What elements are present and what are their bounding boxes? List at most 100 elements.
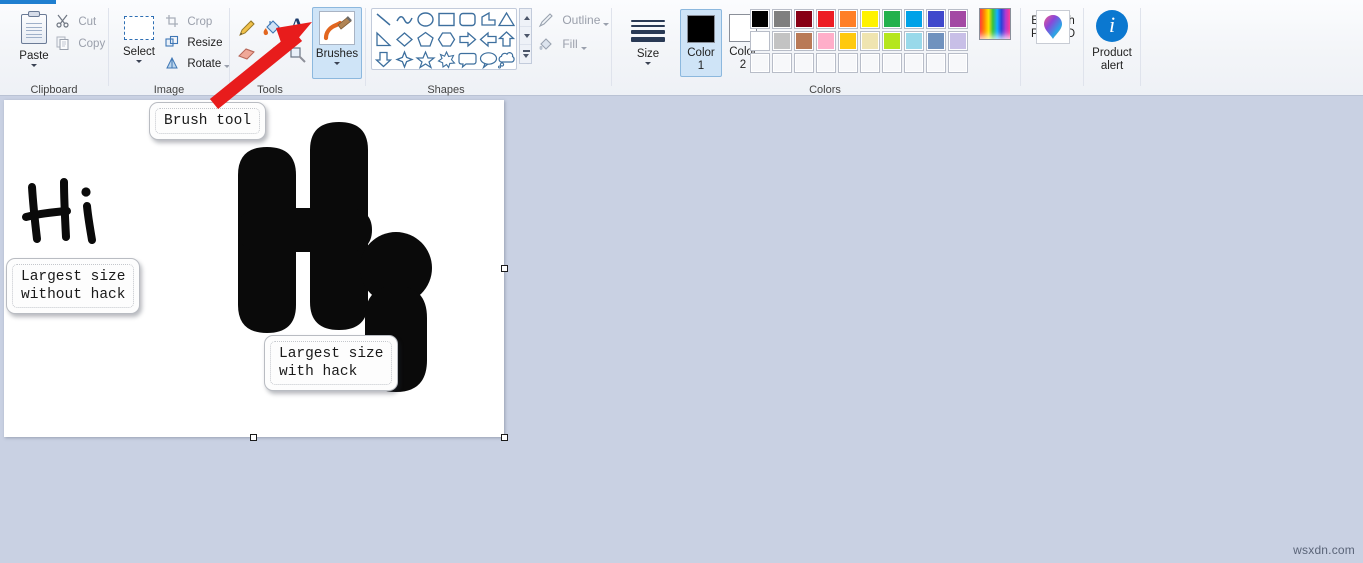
size-dropdown-caret[interactable] [645,61,651,65]
shape-triangle[interactable] [496,10,517,29]
shape-line[interactable] [373,10,394,29]
brushes-dropdown-caret[interactable] [334,62,340,65]
palette-swatch-r1-c8[interactable] [904,9,924,29]
rotate-button[interactable]: Rotate [165,56,237,73]
palette-swatch-r1-c5[interactable] [838,9,858,29]
paste-dropdown-caret[interactable] [31,64,37,67]
pencil-icon[interactable] [236,17,258,39]
outline-button[interactable]: Outline [538,12,616,31]
palette-swatch-r2-c3[interactable] [794,31,814,51]
palette-swatch-r2-c5[interactable] [838,31,858,51]
resize-icon [165,35,179,52]
color-picker-icon[interactable] [261,43,283,65]
resize-handle-bottom-right[interactable] [501,434,508,441]
shapes-gallery[interactable] [371,8,517,70]
palette-swatch-r3-c3[interactable] [794,53,814,73]
shape-curve[interactable] [394,10,415,29]
color1-button[interactable]: Color 1 [680,9,722,77]
shape-down-arrow[interactable] [373,50,394,69]
palette-swatch-r3-c7[interactable] [882,53,902,73]
palette-swatch-r3-c9[interactable] [926,53,946,73]
palette-swatch-r1-c9[interactable] [926,9,946,29]
palette-swatch-r1-c1[interactable] [750,9,770,29]
palette-swatch-r1-c4[interactable] [816,9,836,29]
shape-up-arrow[interactable] [496,30,517,49]
palette-swatch-fill [839,10,857,28]
color1-number: 1 [697,60,705,72]
resize-handle-bottom[interactable] [250,434,257,441]
product-alert-button[interactable]: i Product alert [1084,10,1140,72]
palette-swatch-r1-c7[interactable] [882,9,902,29]
palette-swatch-r1-c2[interactable] [772,9,792,29]
palette-swatch-r2-c1[interactable] [750,31,770,51]
palette-swatch-r3-c10[interactable] [948,53,968,73]
select-dropdown-caret[interactable] [136,60,142,63]
shape-hexagon[interactable] [436,30,457,49]
palette-swatch-r2-c10[interactable] [948,31,968,51]
magnifier-icon[interactable] [286,43,308,65]
edit-colors-button[interactable]: Edit colors [972,8,1018,40]
palette-swatch-fill [927,32,945,50]
group-palette: Edit colors Colors [750,4,1020,96]
palette-swatch-r2-c4[interactable] [816,31,836,51]
brushes-button[interactable]: Brushes [312,7,362,79]
shapes-expand-button[interactable] [520,45,531,63]
shape-six-point-star[interactable] [436,50,457,69]
text-icon[interactable]: A [286,16,308,38]
resize-handle-right[interactable] [501,265,508,272]
palette-swatch-r2-c7[interactable] [882,31,902,51]
palette-swatch-r3-c2[interactable] [772,53,792,73]
shape-rounded-callout[interactable] [457,50,478,69]
shape-rounded-rectangle[interactable] [457,10,478,29]
fill-with-color-icon[interactable] [261,17,283,39]
group-image: Select Crop Resize Rotate Image [109,4,231,96]
resize-button[interactable]: Resize [165,35,235,52]
drawing-canvas[interactable]: Brush tool Largest size without hack Lar… [4,100,504,437]
paint3d-icon [1036,10,1070,44]
paste-button[interactable]: Paste [12,10,56,67]
edit-with-paint3d-button[interactable]: Edit with Paint 3D [1023,10,1083,44]
shape-diamond[interactable] [394,30,415,49]
palette-swatch-fill [751,54,769,72]
palette-swatch-r1-c6[interactable] [860,9,880,29]
palette-swatch-r3-c1[interactable] [750,53,770,73]
palette-swatch-r2-c2[interactable] [772,31,792,51]
color1-label: Color [687,47,715,59]
shape-oval[interactable] [415,10,436,29]
palette-swatch-r2-c8[interactable] [904,31,924,51]
paint-window: Paste Cut Copy Clipboard Select Crop Res… [0,0,1363,563]
select-button[interactable]: Select [113,12,165,63]
shape-rectangle[interactable] [436,10,457,29]
callout-largest-without-hack: Largest size without hack [6,258,141,314]
shapes-scroll-down-button[interactable] [520,27,531,45]
fill-dropdown-caret[interactable] [580,47,587,51]
shape-four-point-star[interactable] [394,50,415,69]
cut-button[interactable]: Cut [56,14,106,31]
palette-swatch-r2-c6[interactable] [860,31,880,51]
eraser-icon[interactable] [236,43,258,65]
palette-swatch-r2-c9[interactable] [926,31,946,51]
size-button[interactable]: Size [620,12,676,65]
palette-swatch-r1-c10[interactable] [948,9,968,29]
shapes-scroll-up-button[interactable] [520,9,531,27]
shapes-scrollbar[interactable] [519,8,532,64]
copy-button[interactable]: Copy [56,36,111,53]
palette-swatch-fill [773,10,791,28]
palette-swatch-r3-c5[interactable] [838,53,858,73]
palette-swatch-r3-c6[interactable] [860,53,880,73]
palette-swatch-r1-c3[interactable] [794,9,814,29]
outline-dropdown-caret[interactable] [603,23,610,27]
scissors-icon [56,14,70,28]
palette-swatch-fill [949,32,967,50]
crop-button[interactable]: Crop [165,14,227,31]
shape-five-point-star[interactable] [415,50,436,69]
fill-button[interactable]: Fill [538,36,598,55]
palette-swatch-r3-c4[interactable] [816,53,836,73]
shape-right-triangle[interactable] [373,30,394,49]
shape-pentagon[interactable] [415,30,436,49]
crop-label: Crop [187,16,213,28]
palette-swatch-r3-c8[interactable] [904,53,924,73]
group-label-clipboard: Clipboard [30,84,78,96]
shape-cloud-callout[interactable] [496,50,517,69]
shape-right-arrow[interactable] [457,30,478,49]
